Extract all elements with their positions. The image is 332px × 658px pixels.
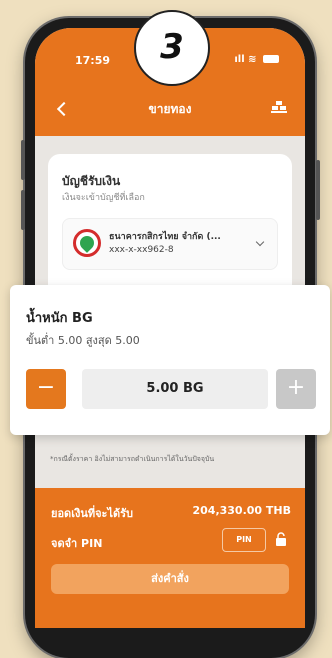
receive-amount-value: 204,330.00 THB [192, 504, 291, 517]
chevron-down-icon [255, 237, 265, 247]
signal-icon: ıll [234, 54, 245, 65]
submit-order-button[interactable]: ส่งคำสั่ง [51, 564, 289, 594]
kasikorn-bank-logo-icon [73, 229, 101, 257]
remember-pin-label: จดจำ PIN [51, 537, 103, 550]
phone-side-button [316, 160, 320, 220]
phone-side-button [21, 190, 25, 230]
price-note: *กรณีตั้งราคา อิงไม่สามารถดำเนินการได้ใน… [50, 455, 215, 463]
order-footer: ยอดเงินที่จะได้รับ 204,330.00 THB จดจำ P… [35, 488, 305, 628]
bank-name: ธนาคารกสิกรไทย จำกัด (... [109, 232, 221, 242]
wifi-icon: ≋ [248, 54, 257, 65]
weight-limits: ขั้นต่ำ 5.00 สูงสุด 5.00 [26, 334, 140, 347]
account-title: บัญชีรับเงิน [62, 174, 121, 188]
account-card: บัญชีรับเงิน เงินจะเข้าบัญชีที่เลือก ธนา… [48, 154, 292, 304]
receive-amount-label: ยอดเงินที่จะได้รับ [51, 507, 134, 520]
bank-account-selector[interactable]: ธนาคารกสิกรไทย จำกัด (... xxx-x-xx962-8 [62, 218, 278, 270]
unlock-icon[interactable] [275, 532, 287, 546]
status-icons: ıll ≋ [234, 54, 279, 65]
battery-icon [263, 55, 279, 63]
weight-input[interactable]: 5.00 BG [82, 369, 268, 409]
weight-input-card: น้ำหนัก BG ขั้นต่ำ 5.00 สูงสุด 5.00 − 5.… [10, 285, 330, 435]
step-number-badge: 3 [134, 10, 210, 86]
page-title: ขายทอง [148, 102, 192, 116]
pin-button[interactable]: PIN [222, 528, 266, 552]
phone-side-button [21, 140, 25, 180]
weight-title: น้ำหนัก BG [26, 311, 93, 326]
gold-bars-icon[interactable] [271, 100, 287, 118]
status-time: 17:59 [75, 54, 111, 67]
account-subtitle: เงินจะเข้าบัญชีที่เลือก [62, 193, 145, 203]
decrease-button[interactable]: − [26, 369, 66, 409]
bank-account-number: xxx-x-xx962-8 [109, 245, 174, 255]
increase-button[interactable]: + [276, 369, 316, 409]
